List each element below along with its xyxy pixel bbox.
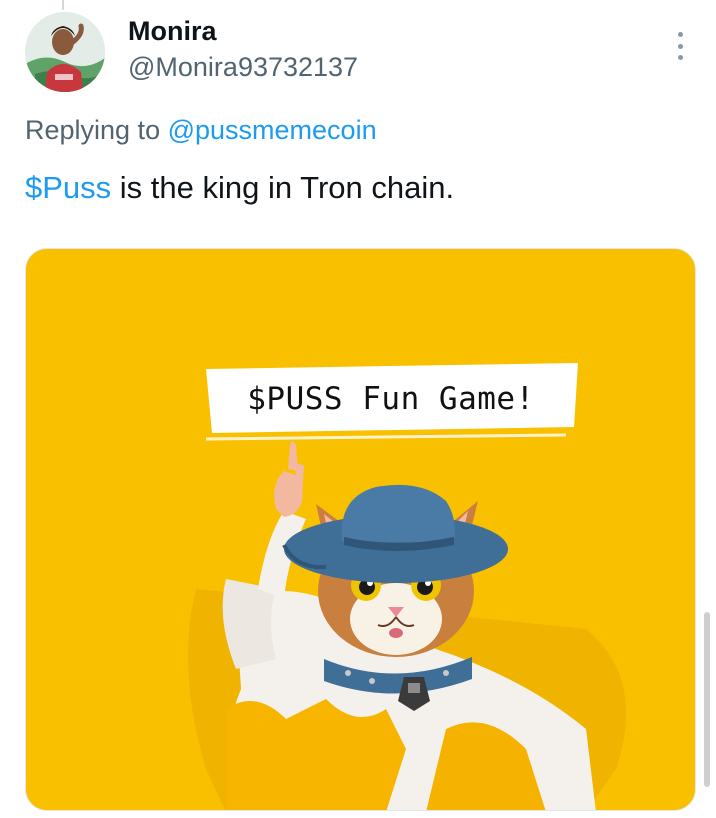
game-banner: $PUSS Fun Game!	[206, 366, 576, 432]
avatar-image	[25, 12, 105, 92]
tweet-text-body: is the king in Tron chain.	[111, 170, 455, 205]
cat-in-hat-illustration	[26, 249, 695, 810]
more-options-icon[interactable]	[668, 30, 692, 62]
author-handle[interactable]: @Monira93732137	[128, 52, 358, 83]
tweet-text: $Puss is the king in Tron chain.	[25, 170, 454, 206]
author-name[interactable]: Monira	[128, 16, 217, 47]
scrollbar[interactable]	[704, 612, 710, 787]
avatar[interactable]	[25, 12, 105, 92]
cashtag-link[interactable]: $Puss	[25, 170, 111, 205]
tweet-media-image[interactable]: $PUSS Fun Game!	[25, 248, 696, 811]
banner-text: $PUSS Fun Game!	[247, 381, 535, 417]
replying-to-label: Replying to	[25, 115, 168, 145]
more-dot	[677, 32, 683, 37]
more-dot	[677, 43, 683, 49]
more-dot	[677, 55, 683, 60]
reply-mention-link[interactable]: @pussmemecoin	[168, 115, 377, 145]
thread-connector-line	[62, 0, 64, 10]
replying-to-line: Replying to @pussmemecoin	[25, 115, 377, 146]
